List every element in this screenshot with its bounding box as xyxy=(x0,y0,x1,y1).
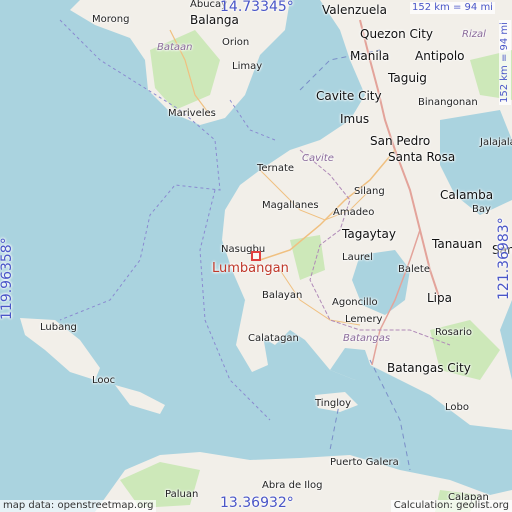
place-label: Lemery xyxy=(345,314,383,325)
place-label: Abra de Ilog xyxy=(262,480,323,491)
place-label: Orion xyxy=(222,37,250,48)
place-label: Binangonan xyxy=(418,97,478,108)
place-label: Calatagan xyxy=(248,333,299,344)
place-label: Bay xyxy=(472,204,491,215)
place-label: Valenzuela xyxy=(322,3,387,17)
map-view[interactable]: Abucay Morong Balanga Orion Limay Marive… xyxy=(0,0,512,512)
place-label: Manila xyxy=(350,49,390,63)
place-label: Tingloy xyxy=(315,398,352,409)
place-label: Lubang xyxy=(40,322,77,333)
location-marker[interactable] xyxy=(251,251,261,261)
place-label: Lobo xyxy=(445,402,469,413)
place-label: Ternate xyxy=(257,163,295,174)
place-label: Taguig xyxy=(388,71,427,85)
place-label: Amadeo xyxy=(333,207,375,218)
marker-label: Lumbangan xyxy=(212,261,289,276)
place-label: Balete xyxy=(398,264,430,275)
region-label: Bataan xyxy=(157,42,193,53)
place-label: Quezon City xyxy=(360,27,434,41)
attribution-left[interactable]: map data: openstreetmap.org xyxy=(0,500,157,512)
place-label: Puerto Galera xyxy=(330,457,399,468)
coord-top: 14.73345° xyxy=(220,0,294,15)
place-label: Morong xyxy=(92,14,130,25)
place-label: San Pedro xyxy=(370,134,431,148)
coord-bottom: 13.36932° xyxy=(220,495,294,511)
place-label: Tanauan xyxy=(432,237,483,251)
region-label: Batangas xyxy=(343,333,391,344)
coord-right: 121.36983° xyxy=(496,217,512,300)
place-label: Imus xyxy=(340,112,370,126)
place-label: Lipa xyxy=(427,291,452,305)
place-label: Antipolo xyxy=(415,49,465,63)
place-label: Rosario xyxy=(435,327,472,338)
place-label: Limay xyxy=(232,61,263,72)
place-label: Magallanes xyxy=(262,200,319,211)
place-label: Cavite City xyxy=(316,89,382,103)
place-label: Balayan xyxy=(262,290,303,301)
place-label: Jalajala xyxy=(480,137,512,148)
place-label: Tagaytay xyxy=(342,227,396,241)
place-label: Mariveles xyxy=(168,108,216,119)
place-label: Balanga xyxy=(190,13,239,27)
place-label: Looc xyxy=(92,375,116,386)
place-label: Paluan xyxy=(165,489,199,500)
place-label: Santa Rosa xyxy=(388,150,456,164)
coord-left: 119.96358° xyxy=(0,237,15,320)
place-label: Silang xyxy=(354,186,385,197)
place-label: Laurel xyxy=(342,252,373,263)
place-label: Calamba xyxy=(440,188,494,202)
scale-vertical: 152 km = 94 mi xyxy=(499,20,511,105)
region-label: Cavite xyxy=(302,153,334,164)
scale-horizontal: 152 km = 94 mi xyxy=(410,2,495,14)
region-label: Rizal xyxy=(462,29,486,40)
place-label: Batangas City xyxy=(387,361,471,375)
attribution-right[interactable]: Calculation: geolist.org xyxy=(390,500,512,512)
place-label: Agoncillo xyxy=(332,297,378,308)
